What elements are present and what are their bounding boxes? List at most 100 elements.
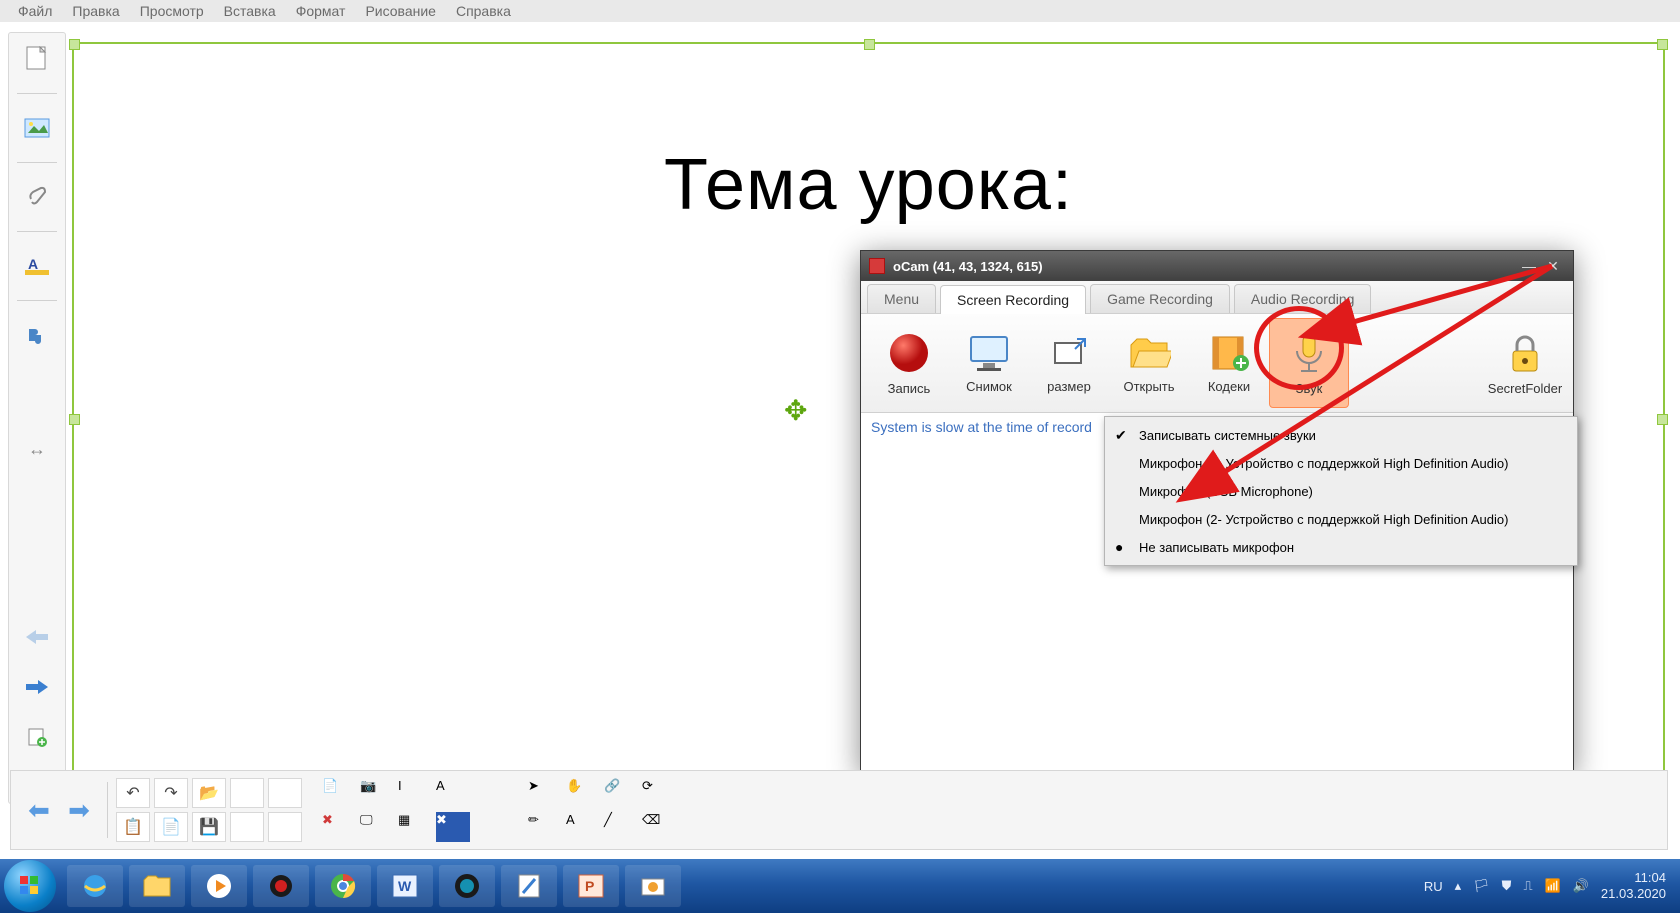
- record-button[interactable]: Запись: [869, 318, 949, 408]
- snapshot-button[interactable]: Снимок: [949, 318, 1029, 408]
- paste-icon[interactable]: 📋: [116, 812, 150, 842]
- folder-icon: [1127, 333, 1171, 373]
- menu-item-mic-usb[interactable]: Микрофон (USB Microphone): [1105, 477, 1577, 505]
- grid-icon[interactable]: ▦: [398, 812, 432, 842]
- tray-up-icon[interactable]: ▴: [1455, 878, 1462, 894]
- secretfolder-button[interactable]: SecretFolder: [1485, 318, 1565, 408]
- new-page-icon[interactable]: [18, 43, 56, 75]
- menu-drawing[interactable]: Рисование: [365, 3, 436, 19]
- h-resize-icon[interactable]: ↔: [18, 433, 56, 465]
- task-word[interactable]: W: [377, 865, 433, 907]
- image-icon[interactable]: [18, 112, 56, 144]
- ie-icon: [81, 872, 109, 900]
- flag-icon[interactable]: 🏳: [1473, 878, 1490, 894]
- font-icon[interactable]: A: [436, 778, 470, 808]
- blank-tool[interactable]: [230, 812, 264, 842]
- ocam-titlebar[interactable]: oCam (41, 43, 1324, 615) ― ✕: [861, 251, 1573, 281]
- screen-icon[interactable]: 🖵: [360, 812, 394, 842]
- task-media[interactable]: [191, 865, 247, 907]
- undo-icon[interactable]: ↶: [116, 778, 150, 808]
- menu-item-mic-hd2[interactable]: Микрофон (2- Устройство с поддержкой Hig…: [1105, 505, 1577, 533]
- nav-back-icon[interactable]: ⬅: [19, 790, 59, 830]
- copy-icon[interactable]: 📄: [154, 812, 188, 842]
- blank-tool[interactable]: [230, 778, 264, 808]
- start-button[interactable]: [4, 860, 56, 912]
- selection-handle[interactable]: [69, 414, 80, 425]
- taskbar-clock[interactable]: 11:04 21.03.2020: [1601, 870, 1666, 901]
- selection-handle[interactable]: [69, 39, 80, 50]
- puzzle-icon[interactable]: [18, 319, 56, 351]
- blank-tool[interactable]: [474, 778, 508, 808]
- task-capture[interactable]: [625, 865, 681, 907]
- nav-forward-icon[interactable]: ➡: [59, 790, 99, 830]
- link-icon[interactable]: 🔗: [604, 778, 638, 808]
- line-tool-icon[interactable]: ╱: [604, 812, 638, 842]
- codecs-label: Кодеки: [1208, 379, 1250, 394]
- task-explorer[interactable]: [129, 865, 185, 907]
- pointer-icon[interactable]: ➤: [528, 778, 562, 808]
- task-editor[interactable]: [501, 865, 557, 907]
- back-arrow-icon[interactable]: [18, 621, 56, 653]
- text-style-icon[interactable]: A: [18, 250, 56, 282]
- task-chrome[interactable]: [315, 865, 371, 907]
- hand-icon[interactable]: ✋: [566, 778, 600, 808]
- move-handle-icon[interactable]: ✥: [784, 394, 807, 427]
- folder-open-icon[interactable]: 📂: [192, 778, 226, 808]
- menu-item-no-mic[interactable]: ●Не записывать микрофон: [1105, 533, 1577, 561]
- menu-insert[interactable]: Вставка: [224, 3, 276, 19]
- task-ie[interactable]: [67, 865, 123, 907]
- forward-arrow-icon[interactable]: [18, 671, 56, 703]
- camera-icon[interactable]: 📷: [360, 778, 394, 808]
- save-icon[interactable]: 💾: [192, 812, 226, 842]
- pens-icon[interactable]: ✏: [528, 812, 562, 842]
- bottom-toolbar: ⬅ ➡ ↶ ↷ 📂 📋 📄 💾 📄 📷 I A ✖ 🖵 ▦ ✖ ➤ ✋ 🔗 ⟳ …: [10, 770, 1668, 850]
- task-record[interactable]: [253, 865, 309, 907]
- left-sidebar: A ↔: [8, 32, 66, 804]
- rotate-icon[interactable]: ⟳: [642, 778, 676, 808]
- tab-game-recording[interactable]: Game Recording: [1090, 284, 1230, 313]
- language-indicator[interactable]: RU: [1424, 879, 1443, 894]
- network-icon[interactable]: 📶: [1545, 878, 1561, 894]
- task-powerpoint[interactable]: P: [563, 865, 619, 907]
- tool-group-1: ↶ ↷ 📂 📋 📄 💾: [116, 778, 302, 842]
- menu-item-system-sounds[interactable]: ✔Записывать системные звуки: [1105, 421, 1577, 449]
- svg-text:P: P: [585, 878, 594, 894]
- ocam-app-icon: [869, 258, 885, 274]
- menu-edit[interactable]: Правка: [72, 3, 119, 19]
- menu-file[interactable]: Файл: [18, 3, 52, 19]
- eraser-icon[interactable]: ⌫: [642, 812, 676, 842]
- shield-icon[interactable]: ⛊: [1502, 878, 1512, 894]
- record-label: Запись: [888, 381, 931, 396]
- selection-handle[interactable]: [1657, 39, 1668, 50]
- close-tool-icon[interactable]: ✖: [436, 812, 470, 842]
- add-page-icon[interactable]: [18, 721, 56, 753]
- lock-icon: [1505, 331, 1545, 375]
- text-a-icon[interactable]: A: [566, 812, 600, 842]
- new-doc-icon[interactable]: 📄: [322, 778, 356, 808]
- device-icon[interactable]: ⎍: [1523, 878, 1532, 894]
- blank-tool[interactable]: [268, 778, 302, 808]
- tab-menu[interactable]: Menu: [867, 284, 936, 313]
- delete-icon[interactable]: ✖: [322, 812, 356, 842]
- powerpoint-icon: P: [577, 873, 605, 899]
- volume-icon[interactable]: 🔊: [1573, 878, 1589, 894]
- selection-handle[interactable]: [1657, 414, 1668, 425]
- redo-icon[interactable]: ↷: [154, 778, 188, 808]
- task-ocam[interactable]: [439, 865, 495, 907]
- minimize-icon[interactable]: ―: [1517, 257, 1541, 275]
- menu-format[interactable]: Формат: [296, 3, 346, 19]
- tab-screen-recording[interactable]: Screen Recording: [940, 285, 1086, 314]
- menu-view[interactable]: Просмотр: [140, 3, 204, 19]
- attachment-icon[interactable]: [18, 181, 56, 213]
- menu-help[interactable]: Справка: [456, 3, 511, 19]
- resize-button[interactable]: размер: [1029, 318, 1109, 408]
- codecs-icon: [1207, 333, 1251, 373]
- open-button[interactable]: Открыть: [1109, 318, 1189, 408]
- close-icon[interactable]: ✕: [1541, 257, 1565, 275]
- selection-handle[interactable]: [864, 39, 875, 50]
- svg-text:W: W: [398, 878, 412, 894]
- menu-item-mic-hd1[interactable]: Микрофон (2- Устройство с поддержкой Hig…: [1105, 449, 1577, 477]
- blank-tool[interactable]: [474, 812, 508, 842]
- text-tool-icon[interactable]: I: [398, 778, 432, 808]
- blank-tool[interactable]: [268, 812, 302, 842]
